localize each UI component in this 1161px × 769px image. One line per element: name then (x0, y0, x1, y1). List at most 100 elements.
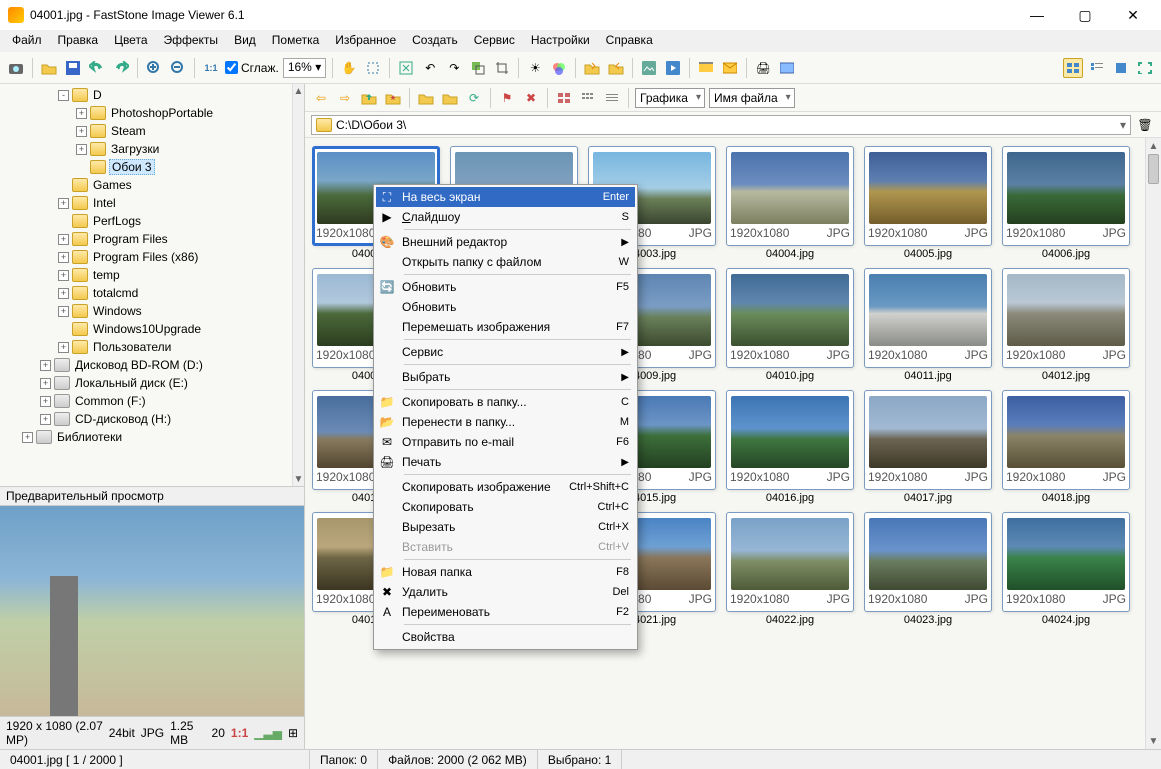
tree-item[interactable]: +Common (F:) (4, 392, 304, 410)
ctx-item[interactable]: Перемешать изображенияF7 (376, 317, 635, 337)
thumbnail[interactable]: 1920x1080JPG04012.jpg (1001, 268, 1131, 382)
ctx-item[interactable]: ▶СлайдшоуS (376, 207, 635, 227)
ctx-item[interactable]: ВырезатьCtrl+X (376, 517, 635, 537)
thumbnail[interactable]: 1920x1080JPG04023.jpg (863, 512, 993, 626)
tree-item[interactable]: PerfLogs (4, 212, 304, 230)
crop-icon[interactable] (492, 58, 512, 78)
menu-файл[interactable]: Файл (4, 30, 50, 52)
view-small-icon[interactable] (578, 88, 598, 108)
ctx-item[interactable]: 🔄ОбновитьF5 (376, 277, 635, 297)
save-icon[interactable] (63, 58, 83, 78)
view-large-icon[interactable] (554, 88, 574, 108)
smooth-checkbox[interactable]: Сглаж. (225, 61, 279, 75)
refresh-icon[interactable]: ⟳ (464, 88, 484, 108)
ctx-item[interactable]: 📂Перенести в папку...M (376, 412, 635, 432)
adjust-light-icon[interactable]: ☀ (525, 58, 545, 78)
thumbnail[interactable]: 1920x1080JPG04004.jpg (725, 146, 855, 260)
thumbnail[interactable]: 1920x1080JPG04016.jpg (725, 390, 855, 504)
minimize-button[interactable]: ― (1017, 1, 1057, 29)
tree-item[interactable]: +CD-дисковод (H:) (4, 410, 304, 428)
lock-icon[interactable]: ⊞ (288, 726, 298, 740)
close-button[interactable]: ✕ (1113, 1, 1153, 29)
resize-icon[interactable] (468, 58, 488, 78)
hand-icon[interactable]: ✋ (339, 58, 359, 78)
undo-icon[interactable] (87, 58, 107, 78)
tree-item[interactable]: +Библиотеки (4, 428, 304, 446)
menu-настройки[interactable]: Настройки (523, 30, 598, 52)
tree-item[interactable]: -D (4, 86, 304, 104)
tree-item[interactable]: +Пользователи (4, 338, 304, 356)
nav-forward-icon[interactable]: ⇨ (335, 88, 355, 108)
ctx-item[interactable]: ✖УдалитьDel (376, 582, 635, 602)
maximize-button[interactable]: ▢ (1065, 1, 1105, 29)
slideshow-icon[interactable] (663, 58, 683, 78)
nav-back-icon[interactable]: ⇦ (311, 88, 331, 108)
folder-tree[interactable]: -D+PhotoshopPortable+Steam+ЗагрузкиОбои … (0, 84, 304, 486)
home-icon[interactable] (416, 88, 436, 108)
tree-item[interactable]: +totalcmd (4, 284, 304, 302)
favorites-icon[interactable] (383, 88, 403, 108)
tree-item[interactable]: Games (4, 176, 304, 194)
thumbnail[interactable]: 1920x1080JPG04022.jpg (725, 512, 855, 626)
menu-сервис[interactable]: Сервис (466, 30, 523, 52)
sort-dropdown[interactable]: Имя файла (709, 88, 795, 108)
menu-цвета[interactable]: Цвета (106, 30, 155, 52)
ctx-item[interactable]: 📁Новая папкаF8 (376, 562, 635, 582)
thumbnail[interactable]: 1920x1080JPG04005.jpg (863, 146, 993, 260)
ctx-item[interactable]: 📁Скопировать в папку...C (376, 392, 635, 412)
nav-up-icon[interactable] (359, 88, 379, 108)
tree-item[interactable]: Windows10Upgrade (4, 320, 304, 338)
thumbnail[interactable]: 1920x1080JPG04024.jpg (1001, 512, 1131, 626)
ctx-item[interactable]: СкопироватьCtrl+C (376, 497, 635, 517)
histogram-icon[interactable]: ▁▃▅ (254, 726, 282, 740)
delete-icon[interactable]: ✖ (521, 88, 541, 108)
ctx-item[interactable]: 🖨Печать▶ (376, 452, 635, 472)
menu-создать[interactable]: Создать (404, 30, 466, 52)
ctx-item[interactable]: Выбрать▶ (376, 367, 635, 387)
ctx-item[interactable]: ✉Отправить по e-mailF6 (376, 432, 635, 452)
tree-item[interactable]: +temp (4, 266, 304, 284)
menu-справка[interactable]: Справка (598, 30, 661, 52)
ctx-item[interactable]: 🎨Внешний редактор▶ (376, 232, 635, 252)
tree-item[interactable]: +Загрузки (4, 140, 304, 158)
path-input[interactable]: C:\D\Обои 3\ ▾ (311, 115, 1131, 135)
zoom-in-icon[interactable] (144, 58, 164, 78)
tree-item[interactable]: +Локальный диск (E:) (4, 374, 304, 392)
thumb-scrollbar[interactable]: ▲ ▼ (1145, 138, 1161, 749)
menu-эффекты[interactable]: Эффекты (156, 30, 227, 52)
menu-вид[interactable]: Вид (226, 30, 264, 52)
select-icon[interactable] (363, 58, 383, 78)
tree-item[interactable]: +Дисковод BD-ROM (D:) (4, 356, 304, 374)
fit-icon[interactable] (396, 58, 416, 78)
tree-item[interactable]: +Windows (4, 302, 304, 320)
ctx-item[interactable]: AПереименоватьF2 (376, 602, 635, 622)
rotate-right-icon[interactable]: ↷ (444, 58, 464, 78)
open-icon[interactable] (39, 58, 59, 78)
zoom-out-icon[interactable] (168, 58, 188, 78)
wallpaper-icon[interactable] (639, 58, 659, 78)
ctx-item[interactable]: ⛶На весь экранEnter (376, 187, 635, 207)
preview-image[interactable] (0, 506, 304, 716)
fullscreen-icon[interactable] (1135, 58, 1155, 78)
view-details-icon[interactable] (1087, 58, 1107, 78)
tree-item[interactable]: +PhotoshopPortable (4, 104, 304, 122)
email-icon[interactable] (720, 58, 740, 78)
tree-scrollbar[interactable]: ▲ ▼ (292, 84, 304, 486)
adjust-color-icon[interactable] (549, 58, 569, 78)
view-list-icon[interactable] (602, 88, 622, 108)
rotate-left-icon[interactable]: ↶ (420, 58, 440, 78)
view-single-icon[interactable] (1111, 58, 1131, 78)
move-to-icon[interactable] (606, 58, 626, 78)
scan-icon[interactable] (696, 58, 716, 78)
tree-item[interactable]: +Program Files (x86) (4, 248, 304, 266)
menu-правка[interactable]: Правка (50, 30, 107, 52)
tag-icon[interactable]: ⚑ (497, 88, 517, 108)
ctx-item[interactable]: Скопировать изображениеCtrl+Shift+C (376, 477, 635, 497)
thumbnail[interactable]: 1920x1080JPG04011.jpg (863, 268, 993, 382)
ctx-item[interactable]: Сервис▶ (376, 342, 635, 362)
acquire-icon[interactable] (6, 58, 26, 78)
new-folder-icon[interactable] (440, 88, 460, 108)
menu-пометка[interactable]: Пометка (264, 30, 328, 52)
ctx-item[interactable]: Открыть папку с файломW (376, 252, 635, 272)
menu-избранное[interactable]: Избранное (327, 30, 404, 52)
